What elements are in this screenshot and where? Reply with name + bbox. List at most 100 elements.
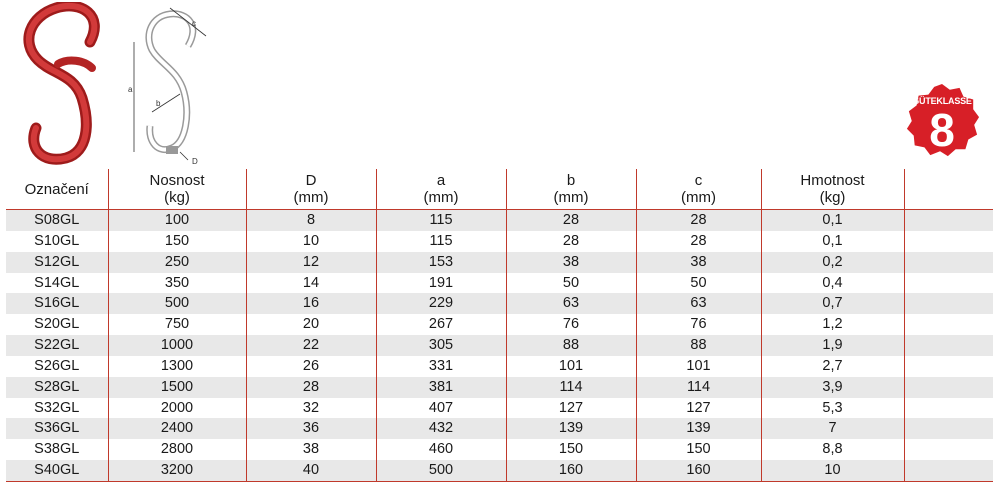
table-cell: 381 <box>376 376 507 398</box>
table-cell: S14GL <box>6 272 109 294</box>
table-cell: 331 <box>376 355 507 377</box>
column-header-7 <box>904 169 993 210</box>
table-cell: 229 <box>376 293 507 315</box>
table-cell: 7 <box>761 418 905 440</box>
column-header-unit: (kg) <box>164 189 190 206</box>
table-body: S08GL 100 8 115 28 28 0,1 S10GL 150 10 115 28 28 0,1 S… <box>6 209 993 482</box>
column-header-label: Hmotnost <box>800 172 865 189</box>
table-cell: 150 <box>108 230 247 252</box>
table-cell: S12GL <box>6 251 109 273</box>
table-row: S36GL 2400 36 432 139 139 7 <box>6 418 993 440</box>
column-header-2: D (mm) <box>246 169 377 210</box>
table-cell <box>904 460 993 482</box>
table-row: S12GL 250 12 153 38 38 0,2 <box>6 251 993 273</box>
table-cell: 1500 <box>108 376 247 398</box>
table-cell: 127 <box>636 397 762 419</box>
column-header-label: D <box>305 172 317 189</box>
table-cell: 114 <box>506 376 637 398</box>
table-cell: 63 <box>506 293 637 315</box>
table-row: S22GL 1000 22 305 88 88 1,9 <box>6 335 993 356</box>
table-cell: 28 <box>506 230 637 252</box>
table-cell: 150 <box>506 439 637 461</box>
table-cell: 139 <box>636 418 762 440</box>
table-cell: 26 <box>246 355 377 377</box>
table-cell <box>904 209 993 231</box>
table-cell: 76 <box>506 314 637 336</box>
table-cell: 3,9 <box>761 376 905 398</box>
table-cell: 50 <box>506 272 637 294</box>
table-cell <box>904 230 993 252</box>
table-cell: 50 <box>636 272 762 294</box>
table-cell <box>904 293 993 315</box>
table-cell: 460 <box>376 439 507 461</box>
table-cell: 20 <box>246 314 377 336</box>
table-row: S08GL 100 8 115 28 28 0,1 <box>6 209 993 231</box>
table-cell: 114 <box>636 376 762 398</box>
table-cell: S22GL <box>6 335 109 356</box>
column-header-label: Označení <box>24 180 89 198</box>
table-cell: 88 <box>506 335 637 356</box>
column-header-0: Označení <box>6 169 109 210</box>
dim-b-label: b <box>156 99 161 108</box>
table-cell: 36 <box>246 418 377 440</box>
table-row: S16GL 500 16 229 63 63 0,7 <box>6 293 993 315</box>
column-header-label: a <box>436 172 446 189</box>
table-cell: 32 <box>246 397 377 419</box>
column-header-unit: (mm) <box>681 189 716 206</box>
table-cell <box>904 355 993 377</box>
table-cell: S28GL <box>6 376 109 398</box>
table-cell: 3200 <box>108 460 247 482</box>
table-cell: 101 <box>506 355 637 377</box>
table-cell: 160 <box>506 460 637 482</box>
table-cell: S08GL <box>6 209 109 231</box>
table-header-row: Označení Nosnost (kg) D (mm) a (mm) b (mm) c (mm) H… <box>6 169 993 210</box>
table-cell: 76 <box>636 314 762 336</box>
column-header-6: Hmotnost (kg) <box>761 169 905 210</box>
table-cell: 8,8 <box>761 439 905 461</box>
table-cell: 500 <box>108 293 247 315</box>
table-cell: 0,4 <box>761 272 905 294</box>
table-cell: 1000 <box>108 335 247 356</box>
table-cell <box>904 418 993 440</box>
column-header-label: c <box>694 172 703 189</box>
column-header-unit: (mm) <box>293 189 329 206</box>
table-cell: 160 <box>636 460 762 482</box>
table-row: S38GL 2800 38 460 150 150 8,8 <box>6 439 993 461</box>
s-hook-product-image <box>23 2 100 165</box>
table-cell: S16GL <box>6 293 109 315</box>
table-cell: 407 <box>376 397 507 419</box>
table-cell: S38GL <box>6 439 109 461</box>
table-cell: 88 <box>636 335 762 356</box>
table-cell: 115 <box>376 209 507 231</box>
table-cell: 28 <box>636 209 762 231</box>
column-header-1: Nosnost (kg) <box>108 169 247 210</box>
dim-D-label: D <box>192 157 198 166</box>
dim-c-label: c <box>192 19 196 28</box>
table-cell: 28 <box>636 230 762 252</box>
table-cell: 38 <box>506 251 637 273</box>
table-cell <box>904 335 993 356</box>
table-cell: 100 <box>108 209 247 231</box>
table-cell: 28 <box>506 209 637 231</box>
table-cell: 0,7 <box>761 293 905 315</box>
table-cell: 8 <box>246 209 377 231</box>
table-row: S20GL 750 20 267 76 76 1,2 <box>6 314 993 336</box>
table-cell: 2400 <box>108 418 247 440</box>
table-cell: 1,9 <box>761 335 905 356</box>
table-cell: 1,2 <box>761 314 905 336</box>
table-row: S14GL 350 14 191 50 50 0,4 <box>6 272 993 294</box>
column-header-4: b (mm) <box>506 169 637 210</box>
table-cell: S20GL <box>6 314 109 336</box>
table-cell <box>904 272 993 294</box>
table-cell: 1300 <box>108 355 247 377</box>
table-cell: 10 <box>246 230 377 252</box>
table-cell: 14 <box>246 272 377 294</box>
table-cell: 40 <box>246 460 377 482</box>
table-cell: 191 <box>376 272 507 294</box>
table-row: S32GL 2000 32 407 127 127 5,3 <box>6 397 993 419</box>
table-cell: 16 <box>246 293 377 315</box>
table-row: S40GL 3200 40 500 160 160 10 <box>6 460 993 482</box>
table-cell: S40GL <box>6 460 109 482</box>
table-cell: 5,3 <box>761 397 905 419</box>
column-header-label: b <box>566 172 576 189</box>
